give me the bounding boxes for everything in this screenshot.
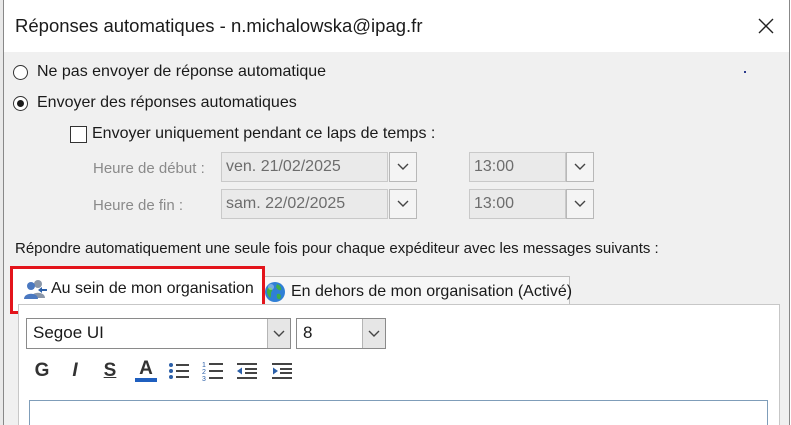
end-date-dropdown[interactable] (389, 189, 417, 219)
chevron-down-icon (574, 163, 586, 170)
bullet-list-icon (169, 363, 189, 379)
font-size-select[interactable]: 8 (296, 318, 386, 349)
font-size-value: 8 (303, 323, 313, 342)
no-reply-radio[interactable] (13, 65, 28, 80)
chevron-down-icon (368, 330, 380, 337)
font-color-button[interactable]: A (133, 358, 159, 384)
bullet-list-button[interactable] (166, 358, 192, 384)
message-body-input[interactable] (29, 400, 768, 425)
time-range-label[interactable]: Envoyer uniquement pendant ce laps de te… (92, 125, 435, 143)
start-time-dropdown[interactable] (566, 152, 594, 182)
start-time-label: Heure de début : (93, 160, 205, 177)
globe-icon (265, 282, 285, 302)
bold-label: G (34, 360, 50, 381)
start-time-value: 13:00 (474, 158, 515, 175)
end-date-field[interactable]: sam. 22/02/2025 (221, 189, 388, 219)
chevron-down-icon (397, 200, 409, 207)
window-title: Réponses automatiques - n.michalowska@ip… (15, 15, 423, 36)
italic-button[interactable]: I (63, 358, 87, 384)
title-bar: Réponses automatiques - n.michalowska@ip… (4, 0, 789, 52)
end-time-dropdown[interactable] (566, 189, 594, 219)
increase-indent-icon (272, 363, 292, 379)
radio-selected-dot (17, 100, 24, 107)
font-color-bar (135, 378, 157, 382)
no-reply-label[interactable]: Ne pas envoyer de réponse automatique (37, 63, 326, 81)
underline-label: S (103, 360, 117, 381)
instruction-text: Répondre automatiquement une seule fois … (15, 240, 659, 257)
font-name-dropdown[interactable] (267, 319, 290, 348)
italic-label: I (72, 360, 78, 381)
people-icon (24, 280, 47, 299)
chevron-down-icon (273, 330, 285, 337)
svg-text:2: 2 (202, 369, 206, 376)
bold-button[interactable]: G (30, 358, 54, 384)
chevron-down-icon (397, 163, 409, 170)
numbered-list-button[interactable]: 1 2 3 (200, 358, 226, 384)
start-time-field[interactable]: 13:00 (469, 152, 566, 182)
svg-text:3: 3 (202, 376, 206, 382)
underline-button[interactable]: S (98, 358, 122, 384)
start-date-dropdown[interactable] (389, 152, 417, 182)
increase-indent-button[interactable] (269, 358, 295, 384)
end-time-label: Heure de fin : (93, 197, 184, 214)
end-time-field[interactable]: 13:00 (469, 189, 566, 219)
auto-replies-dialog: Réponses automatiques - n.michalowska@ip… (3, 0, 790, 425)
font-size-dropdown[interactable] (362, 319, 385, 348)
font-name-value: Segoe UI (33, 323, 104, 342)
end-date-value: sam. 22/02/2025 (226, 195, 346, 212)
send-replies-radio[interactable] (13, 96, 28, 111)
decrease-indent-icon (237, 363, 257, 379)
start-date-value: ven. 21/02/2025 (226, 158, 341, 175)
font-color-label: A (139, 358, 153, 379)
font-name-select[interactable]: Segoe UI (26, 318, 291, 349)
numbered-list-icon: 1 2 3 (202, 362, 223, 382)
send-replies-label[interactable]: Envoyer des réponses automatiques (37, 94, 297, 112)
tab-outside-label: En dehors de mon organisation (Activé) (291, 283, 573, 300)
time-range-checkbox[interactable] (70, 126, 87, 143)
start-date-field[interactable]: ven. 21/02/2025 (221, 152, 388, 182)
end-time-value: 13:00 (474, 195, 515, 212)
chevron-down-icon (574, 200, 586, 207)
tab-inside-label: Au sein de mon organisation (51, 280, 254, 297)
svg-text:1: 1 (202, 362, 206, 369)
close-icon (758, 18, 774, 34)
focus-dot (744, 71, 746, 73)
decrease-indent-button[interactable] (234, 358, 260, 384)
close-button[interactable] (743, 0, 789, 52)
